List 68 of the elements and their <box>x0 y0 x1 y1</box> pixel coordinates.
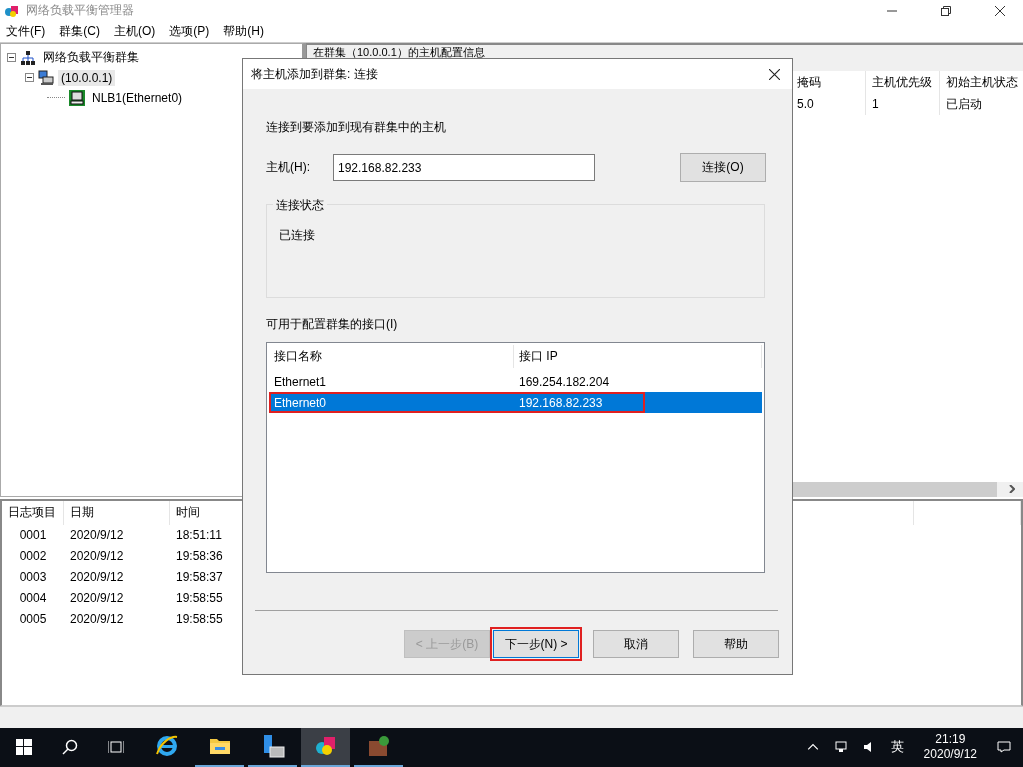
windows-start-icon[interactable] <box>16 739 32 756</box>
table-cell-text: 19:58:55 <box>175 590 224 608</box>
wizard-button[interactable]: 下一步(N) > <box>493 630 579 658</box>
close-icon[interactable] <box>769 68 780 80</box>
table-cell-text: 19:58:36 <box>175 548 224 566</box>
window-title: 网络负载平衡管理器 <box>26 2 134 20</box>
table-cell-text: 19:58:37 <box>175 569 224 587</box>
box-icon <box>366 734 391 759</box>
wizard-button[interactable]: 取消 <box>593 630 679 658</box>
tree-item[interactable]: NLB1(Ethernet0) <box>89 89 186 106</box>
menu-item[interactable]: 主机(O) <box>114 23 156 41</box>
column-header[interactable]: 接口名称 <box>269 345 514 368</box>
table-cell: 1 <box>865 92 939 115</box>
cluster-app-button[interactable] <box>301 728 350 767</box>
panel-title: 在群集（10.0.0.1）的主机配置信息 <box>313 45 485 58</box>
table-cell-text: 18:51:11 <box>175 527 223 545</box>
notification-icon[interactable] <box>997 741 1011 754</box>
table-cell-text: 2020/9/12 <box>69 569 125 587</box>
table-cell-text: 0003 <box>18 569 48 587</box>
interface-row[interactable]: Ethernet1 169.254.182.204 <box>269 371 762 392</box>
wizard-button[interactable]: 帮助 <box>693 630 779 658</box>
search-icon[interactable] <box>62 739 78 756</box>
column-header[interactable]: 掩码 <box>797 70 865 93</box>
table-cell-text: 0002 <box>18 548 48 566</box>
table-cell-text: 19:58:55 <box>175 611 224 629</box>
dialog-title: 将主机添加到群集: 连接 <box>251 65 378 83</box>
tree-item[interactable]: 网络负载平衡群集 <box>40 48 142 68</box>
close-icon[interactable] <box>995 5 1005 16</box>
clock-time[interactable]: 21:19 <box>935 732 966 748</box>
menu-item[interactable]: 群集(C) <box>59 23 100 41</box>
group-title: 连接状态 <box>273 198 327 212</box>
table-cell: 已启动 <box>939 92 1023 115</box>
menu-item[interactable]: 帮助(H) <box>223 23 264 41</box>
table-cell-text: 0001 <box>18 527 48 545</box>
computers-icon <box>38 69 54 86</box>
collapse-icon[interactable] <box>25 73 34 83</box>
column-header[interactable]: 主机优先级 <box>865 70 939 93</box>
table-cell-text: 2020/9/12 <box>69 590 125 608</box>
column-header[interactable]: 日期 <box>64 500 170 525</box>
network-icon[interactable] <box>834 741 847 754</box>
table-cell-text: 2020/9/12 <box>69 527 125 545</box>
tree-item[interactable]: (10.0.0.1) <box>58 69 116 86</box>
interface-row[interactable]: Ethernet0 192.168.82.233 <box>269 392 762 413</box>
menu-item[interactable]: 选项(P) <box>169 23 210 41</box>
menu-item[interactable]: 文件(F) <box>6 23 46 41</box>
column-header[interactable]: 接口 IP <box>514 345 762 368</box>
clock-date[interactable]: 2020/9/12 <box>923 747 977 763</box>
browser-icon <box>154 734 179 759</box>
intro-text: 连接到要添加到现有群集中的主机 <box>266 119 447 136</box>
table-cell-text: 0004 <box>18 590 48 608</box>
network-icon <box>20 49 36 66</box>
scroll-right-icon[interactable] <box>1009 485 1015 494</box>
interfaces-label: 可用于配置群集的接口(I) <box>266 316 399 333</box>
table-cell-text: 2020/9/12 <box>69 548 125 566</box>
collapse-icon[interactable] <box>7 53 16 63</box>
restore-icon[interactable] <box>941 5 951 16</box>
connect-button[interactable]: 连接(O) <box>680 153 766 182</box>
input-method-indicator[interactable]: 英 <box>890 738 904 757</box>
computer-icon <box>69 89 85 106</box>
host-label: 主机(H): <box>266 159 311 176</box>
table-cell-text: 0005 <box>18 611 48 629</box>
table-cell-text: 2020/9/12 <box>69 611 125 629</box>
status-text: 已连接 <box>279 227 316 244</box>
task-view-icon[interactable] <box>108 739 124 756</box>
host-field[interactable]: 192.168.82.233 <box>333 154 595 181</box>
table-cell-text: 5.0 <box>797 95 815 113</box>
column-header[interactable]: 初始主机状态 <box>939 70 1023 93</box>
column-header[interactable]: 日志项目 <box>2 500 64 525</box>
